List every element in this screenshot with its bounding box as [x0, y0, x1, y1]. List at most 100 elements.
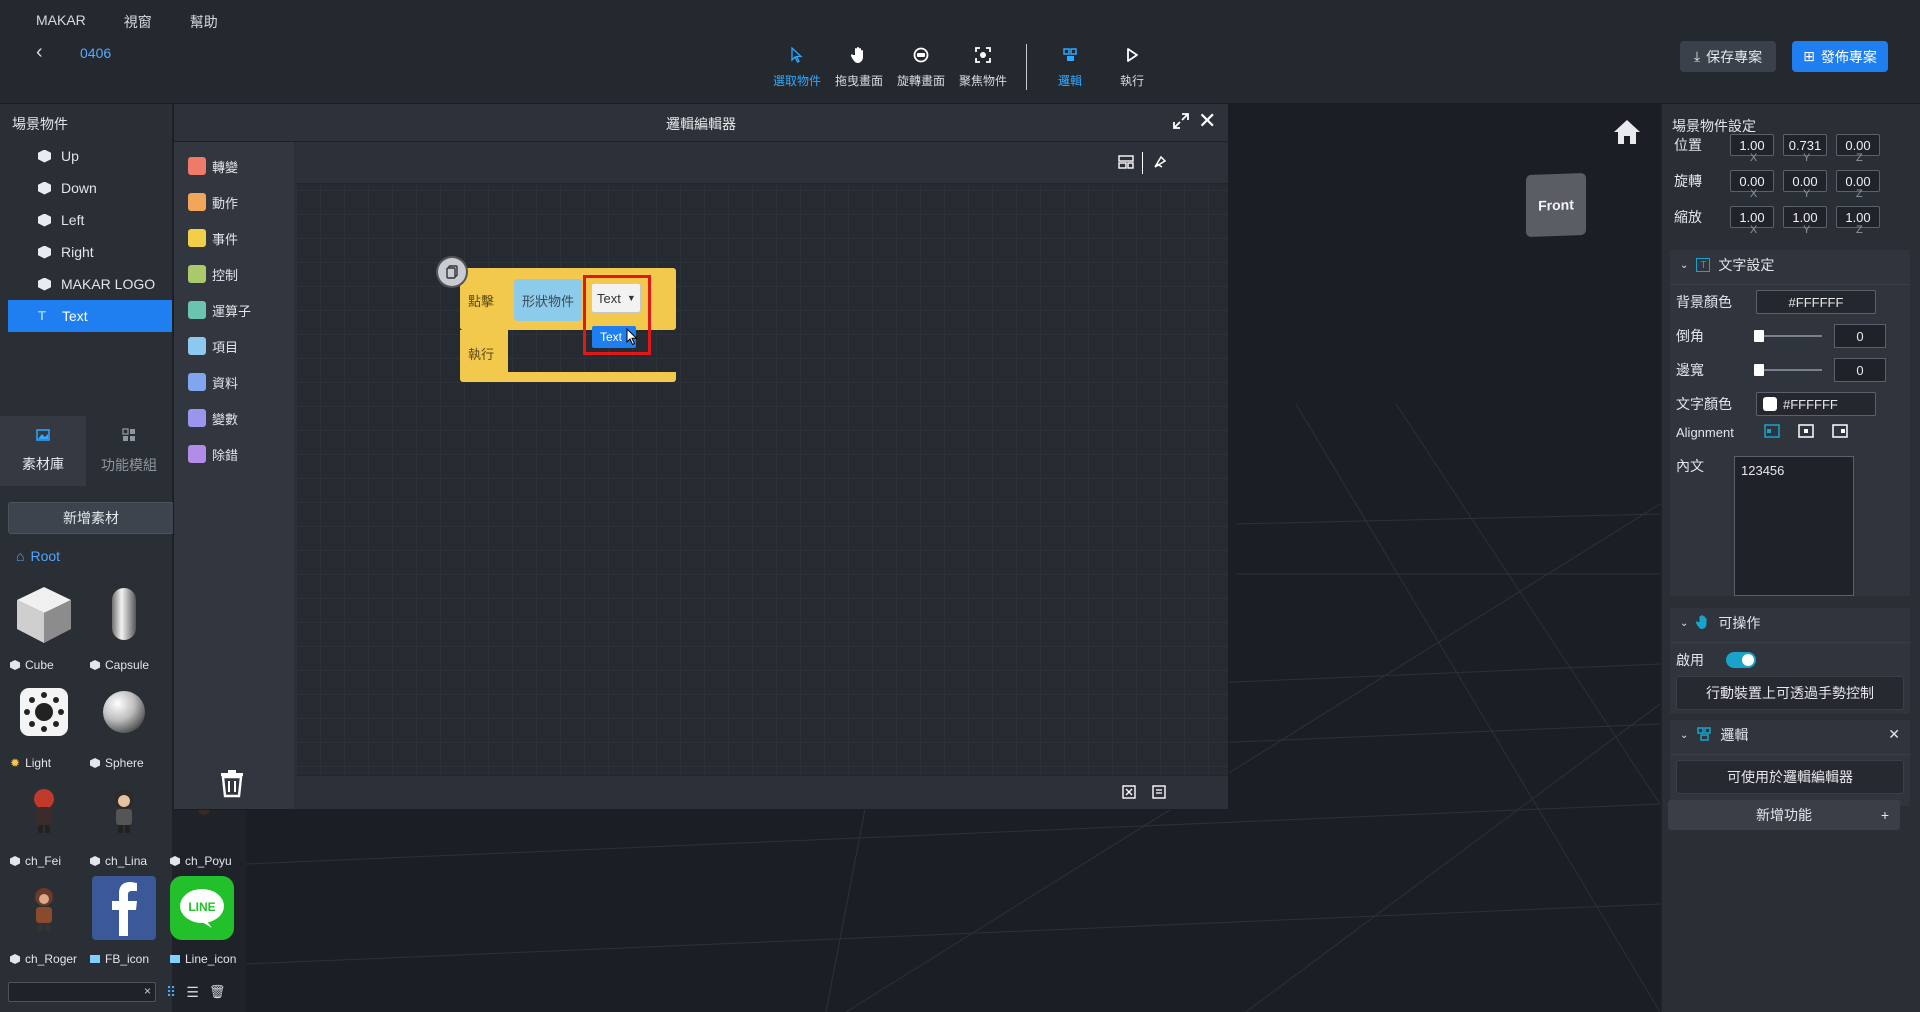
grid-view-icon[interactable]: ⠿ [166, 984, 176, 1001]
zoom-reset-icon[interactable] [1122, 785, 1136, 802]
menu-window[interactable]: 視窗 [124, 12, 152, 32]
slider-handle[interactable] [1754, 364, 1764, 376]
logic-editor-title: 邏輯編輯器 [666, 116, 736, 132]
remove-logic-icon[interactable]: ✕ [1888, 726, 1900, 743]
gesture-control-button[interactable]: 行動裝置上可透過手勢控制 [1676, 676, 1904, 710]
back-icon[interactable]: ‹ [36, 42, 43, 62]
model-icon [90, 758, 100, 768]
fit-view-icon[interactable] [1152, 785, 1166, 802]
close-icon[interactable]: ✕ [1198, 110, 1216, 132]
logic-header[interactable]: ⌄ 邏輯 ✕ [1670, 720, 1910, 750]
modules-icon [122, 427, 136, 445]
category-data[interactable]: 資料 [174, 364, 294, 400]
tab-modules[interactable]: 功能模組 [86, 416, 172, 486]
category-event[interactable]: 事件 [174, 220, 294, 256]
category-action[interactable]: 動作 [174, 184, 294, 220]
category-swatch [188, 337, 206, 355]
text-settings-header[interactable]: ⌄ T 文字設定 [1670, 250, 1910, 280]
model-icon [10, 954, 20, 964]
scene-item-down[interactable]: Down [8, 172, 172, 204]
home-icon[interactable] [1612, 118, 1642, 149]
root-breadcrumb[interactable]: ⌂ Root [16, 548, 60, 564]
scene-item-text[interactable]: T Text [8, 300, 172, 332]
trash-icon[interactable] [218, 768, 246, 801]
clean-icon[interactable] [1152, 154, 1168, 173]
workspace-footer [296, 775, 1228, 809]
asset-ch-roger[interactable]: ch_Roger [4, 876, 82, 968]
category-variable[interactable]: 變數 [174, 400, 294, 436]
copy-icon[interactable] [438, 258, 466, 286]
select-tool[interactable]: 選取物件 [766, 44, 828, 89]
category-control[interactable]: 控制 [174, 256, 294, 292]
view-gizmo[interactable]: Front [1526, 172, 1586, 238]
border-width-input[interactable]: 0 [1834, 358, 1886, 382]
asset-line-icon[interactable]: LINE Line_icon [164, 876, 244, 968]
asset-cube[interactable]: Cube [4, 582, 82, 674]
library-footer: × ⠿ ☰ 🗑 [8, 982, 225, 1002]
category-item[interactable]: 項目 [174, 328, 294, 364]
shape-object-block[interactable]: 形狀物件 [514, 279, 582, 321]
scene-item-right[interactable]: Right [8, 236, 172, 268]
list-view-icon[interactable]: ☰ [186, 984, 199, 1001]
cube-icon [38, 245, 51, 259]
category-operator[interactable]: 運算子 [174, 292, 294, 328]
facebook-icon [92, 876, 156, 940]
category-transform[interactable]: 轉變 [174, 148, 294, 184]
asset-ch-fei[interactable]: ch_Fei [4, 778, 82, 870]
asset-capsule[interactable]: Capsule [84, 582, 162, 674]
play-tool[interactable]: 執行 [1101, 44, 1163, 89]
rotate-tool[interactable]: 旋轉畫面 [890, 44, 952, 89]
focus-icon [974, 44, 992, 66]
add-feature-button[interactable]: 新增功能 + [1668, 800, 1900, 830]
publish-button[interactable]: ⊞ 發佈專案 [1792, 41, 1888, 72]
pan-tool[interactable]: 拖曳畫面 [828, 44, 890, 89]
menu-bar: MAKAR 視窗 幫助 [36, 12, 218, 32]
clear-search-icon[interactable]: × [144, 984, 151, 998]
category-swatch [188, 193, 206, 211]
text-icon: T [38, 308, 46, 323]
logic-workspace[interactable] [296, 142, 1228, 809]
background-color-field[interactable]: #FFFFFF [1756, 290, 1876, 314]
interactable-header[interactable]: ⌄ 可操作 [1670, 608, 1910, 638]
capsule-thumbnail [92, 582, 156, 646]
image-file-icon [170, 955, 180, 963]
align-left-icon[interactable] [1764, 424, 1780, 441]
asset-search-input[interactable]: × [8, 982, 156, 1002]
scene-object-list: Up Down Left Right MAKAR LOGO T Text [8, 140, 172, 332]
logic-editor-button[interactable]: 可使用於邏輯編輯器 [1676, 760, 1904, 794]
upload-icon: ⊞ [1803, 48, 1815, 64]
delete-icon[interactable]: 🗑 [209, 984, 226, 1000]
category-swatch [188, 265, 206, 283]
scene-item-left[interactable]: Left [8, 204, 172, 236]
logic-tool[interactable]: 邏輯 [1039, 44, 1101, 89]
text-color-field[interactable]: #FFFFFF [1756, 392, 1876, 416]
asset-fb-icon[interactable]: FB_icon [84, 876, 162, 968]
asset-sphere[interactable]: Sphere [84, 680, 162, 772]
add-material-button[interactable]: 新增素材 [8, 502, 174, 534]
menu-makar[interactable]: MAKAR [36, 12, 86, 32]
border-width-slider[interactable] [1754, 364, 1822, 376]
asset-ch-lina[interactable]: ch_Lina [84, 778, 162, 870]
align-right-icon[interactable] [1832, 424, 1848, 441]
plus-icon: + [1880, 807, 1889, 823]
asset-light[interactable]: ✹ Light [4, 680, 82, 772]
tab-assets[interactable]: 素材庫 [0, 416, 86, 486]
maximize-icon[interactable] [1172, 112, 1190, 133]
category-debug[interactable]: 除錯 [174, 436, 294, 472]
scene-item-makar-logo[interactable]: MAKAR LOGO [8, 268, 172, 300]
library-tabs: 素材庫 功能模組 [0, 416, 172, 486]
save-button[interactable]: ⤓ 保存專案 [1680, 41, 1776, 72]
align-center-icon[interactable] [1798, 424, 1814, 441]
slider-handle[interactable] [1754, 330, 1764, 342]
text-settings-icon: T [1696, 258, 1711, 272]
scene-item-up[interactable]: Up [8, 140, 172, 172]
interactable-section: ⌄ 可操作 啟用 行動裝置上可透過手勢控制 [1670, 608, 1910, 714]
menu-help[interactable]: 幫助 [190, 12, 218, 32]
arrange-icon[interactable] [1118, 154, 1134, 173]
category-swatch [188, 445, 206, 463]
corner-radius-input[interactable]: 0 [1834, 324, 1886, 348]
focus-tool[interactable]: 聚焦物件 [952, 44, 1014, 89]
corner-radius-slider[interactable] [1754, 330, 1822, 342]
enable-toggle[interactable] [1726, 652, 1756, 668]
content-textarea[interactable]: 123456 [1734, 456, 1854, 596]
